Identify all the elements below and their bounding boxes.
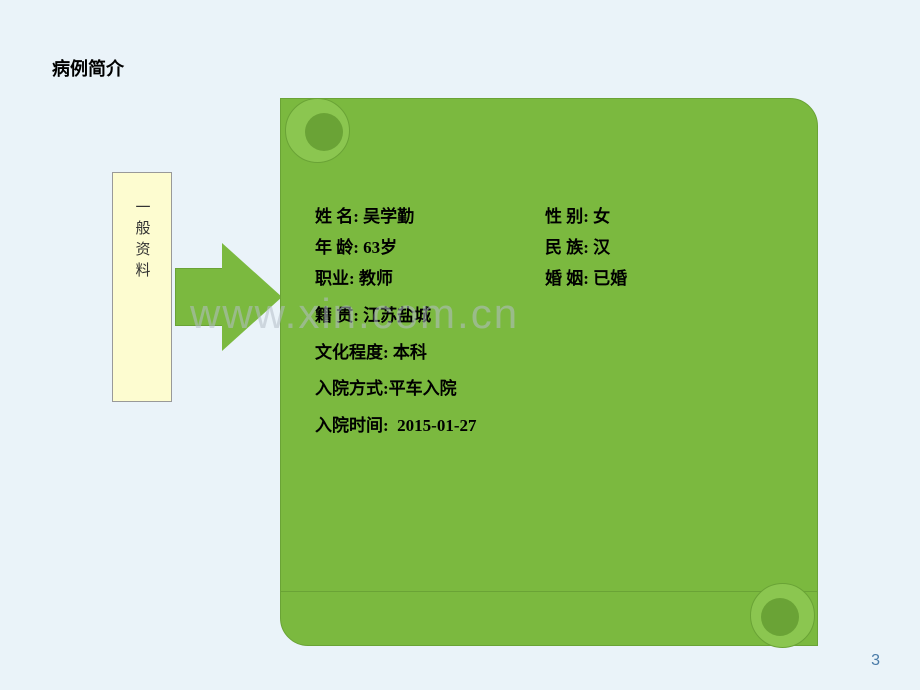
name-label: 姓 名: [315,207,359,226]
hometown-value: 江苏盐城 [363,306,431,325]
scroll-panel: 姓 名: 吴学勤 性 别: 女 年 龄: 63岁 民 族: 汉 职业: 教师 [280,98,820,638]
marriage-label: 婚 姻: [545,269,589,288]
hometown-label: 籍 贯: [315,306,359,325]
age-label: 年 龄: [315,238,359,257]
ethnicity-value: 汉 [593,238,610,257]
patient-info: 姓 名: 吴学勤 性 别: 女 年 龄: 63岁 民 族: 汉 职业: 教师 [315,203,795,441]
admission-time-value: 2015-01-27 [397,416,476,435]
name-value: 吴学勤 [363,207,414,226]
education-label: 文化程度: [315,343,389,362]
sidebar-label: 一般资料 [132,199,153,283]
ethnicity-label: 民 族: [545,238,589,257]
gender-value: 女 [593,207,610,226]
page-title: 病例简介 [52,55,124,81]
page-number: 3 [871,652,880,670]
education-value: 本科 [393,343,427,362]
occupation-value: 教师 [359,269,393,288]
marriage-value: 已婚 [593,269,627,288]
gender-label: 性 别: [545,207,589,226]
admission-method-label: 入院方式: [315,379,389,398]
sidebar-box: 一般资料 [112,172,172,402]
admission-time-label: 入院时间: [315,416,389,435]
occupation-label: 职业: [315,269,355,288]
age-value: 63岁 [363,238,397,257]
admission-method-value: 平车入院 [389,379,457,398]
